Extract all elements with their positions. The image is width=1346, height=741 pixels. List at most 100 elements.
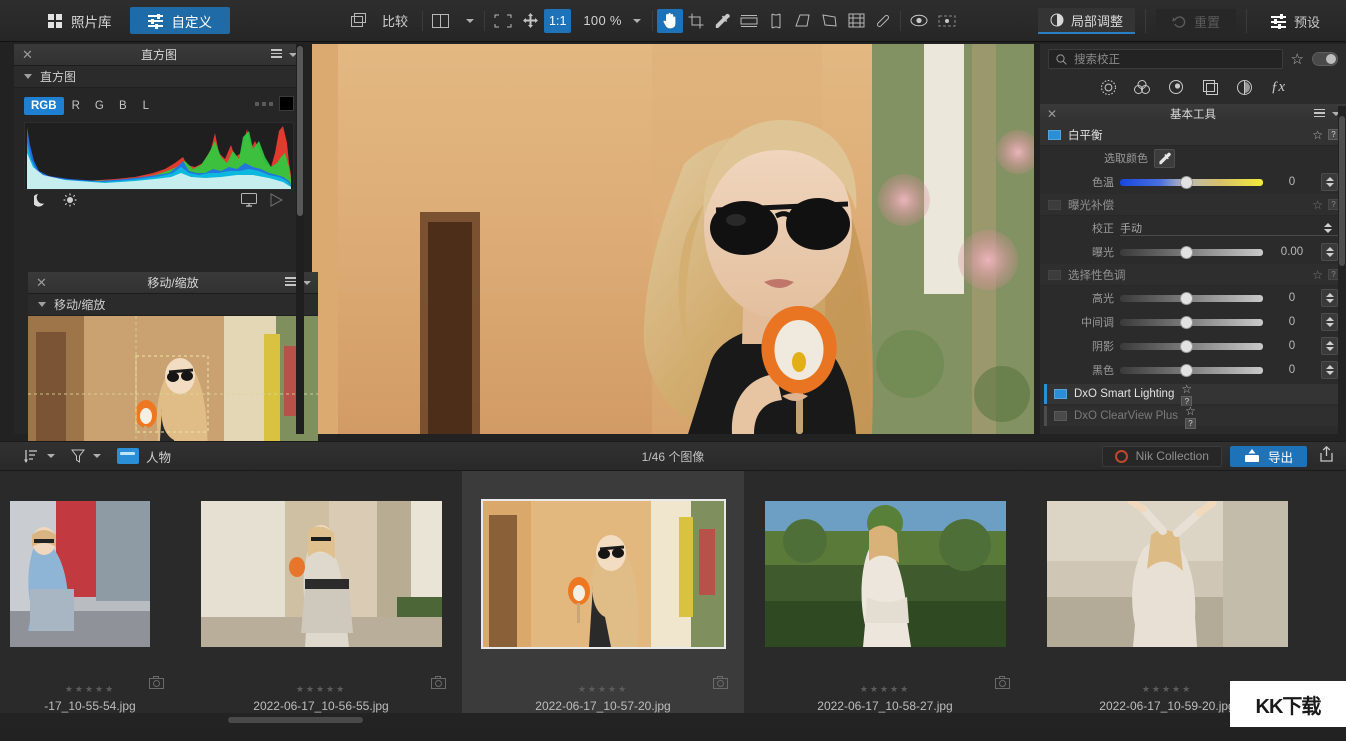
share-button[interactable]: [1315, 446, 1338, 467]
close-icon[interactable]: ✕: [22, 48, 33, 61]
highlights-value[interactable]: 0: [1269, 292, 1315, 304]
tool-dxo-smart-lighting[interactable]: DxO Smart Lighting ☆ ?: [1044, 384, 1342, 404]
local-adjust-button[interactable]: 局部调整: [1038, 8, 1135, 34]
eyedropper-tool-icon[interactable]: [709, 9, 735, 33]
shadows-value[interactable]: 0: [1269, 340, 1315, 352]
star-icon[interactable]: ☆: [1312, 268, 1323, 282]
sort-button[interactable]: [20, 446, 59, 466]
channel-g[interactable]: G: [88, 97, 111, 115]
left-panel-scrollbar[interactable]: [296, 44, 304, 434]
crop-tool-icon[interactable]: [683, 9, 709, 33]
right-panel-scrollbar[interactable]: [1338, 106, 1346, 436]
midtones-value[interactable]: 0: [1269, 316, 1315, 328]
blacks-value[interactable]: 0: [1269, 364, 1315, 376]
rating-stars[interactable]: ★★★★★: [462, 684, 744, 695]
dust-removal-icon[interactable]: [933, 9, 961, 33]
zoom-dropdown[interactable]: [622, 9, 648, 33]
filmstrip-scrollbar[interactable]: [0, 713, 1346, 727]
detail-dot-icon[interactable]: [1159, 76, 1193, 98]
blacks-slider[interactable]: [1120, 367, 1263, 374]
temperature-stepper[interactable]: [1321, 173, 1338, 191]
monitor-icon[interactable]: [241, 193, 257, 212]
enable-toggle-icon[interactable]: [1048, 200, 1061, 210]
rating-stars[interactable]: ★★★★★: [744, 684, 1026, 695]
soft-proof-icon[interactable]: [269, 193, 284, 212]
exposure-value[interactable]: 0.00: [1269, 246, 1315, 258]
shadows-stepper[interactable]: [1321, 337, 1338, 355]
shadows-slider[interactable]: [1120, 343, 1263, 350]
group-selective-tone-header[interactable]: 选择性色调 ☆ ?: [1040, 264, 1346, 286]
list-item[interactable]: ★★★★★ 2022-06-17_10-56-55.jpg: [180, 471, 462, 727]
enable-toggle-icon[interactable]: [1054, 389, 1067, 399]
tab-customize[interactable]: 自定义: [130, 7, 231, 34]
local-contrast-icon[interactable]: [1227, 76, 1261, 98]
enable-toggle-icon[interactable]: [1054, 411, 1067, 421]
group-exposure-header[interactable]: 曝光补偿 ☆ ?: [1040, 194, 1346, 216]
tab-photo-library[interactable]: 照片库: [30, 7, 130, 34]
channel-r[interactable]: R: [65, 97, 87, 115]
panel-menu-icon[interactable]: [1314, 109, 1340, 120]
close-icon[interactable]: ✕: [36, 276, 47, 289]
midtones-stepper[interactable]: [1321, 313, 1338, 331]
star-icon[interactable]: ☆: [1312, 198, 1323, 212]
list-item[interactable]: ★★★★★ 2022-06-17_10-58-27.jpg: [744, 471, 1026, 727]
toggle-switch-icon[interactable]: [1312, 52, 1338, 66]
fx-icon[interactable]: ƒx: [1261, 76, 1295, 98]
tool-dxo-clearview-plus[interactable]: DxO ClearView Plus ☆ ?: [1044, 406, 1342, 426]
list-item[interactable]: ★★★★★ 2022-06-17_10-57-20.jpg: [462, 471, 744, 727]
image-viewer[interactable]: [312, 44, 1034, 434]
move-zoom-section-toggle[interactable]: 移动/缩放: [28, 294, 318, 316]
exposure-slider[interactable]: [1120, 249, 1263, 256]
split-view-dropdown[interactable]: [454, 9, 480, 33]
panel-menu-icon[interactable]: [271, 49, 297, 60]
list-item[interactable]: ★★★★★ -17_10-55-54.jpg: [0, 471, 180, 727]
hand-tool-icon[interactable]: [657, 9, 683, 33]
compare-label[interactable]: 比较: [372, 11, 418, 30]
enable-toggle-icon[interactable]: [1048, 270, 1061, 280]
histogram-section-toggle[interactable]: 直方图: [14, 66, 304, 88]
filmstrip[interactable]: ★★★★★ -17_10-55-54.jpg: [0, 471, 1346, 727]
exposure-stepper[interactable]: [1321, 243, 1338, 261]
split-view-icon[interactable]: [427, 9, 454, 33]
star-icon[interactable]: ☆: [1312, 128, 1323, 142]
perspective-horizontal-icon[interactable]: [789, 9, 816, 33]
highlights-slider[interactable]: [1120, 295, 1263, 302]
channel-l[interactable]: L: [135, 97, 157, 115]
highlights-stepper[interactable]: [1321, 289, 1338, 307]
one-to-one-button[interactable]: 1:1: [544, 9, 571, 33]
midtones-slider[interactable]: [1120, 319, 1263, 326]
channel-b[interactable]: B: [112, 97, 134, 115]
temperature-slider[interactable]: [1120, 179, 1263, 186]
eyedropper-icon[interactable]: [1154, 149, 1175, 168]
help-icon[interactable]: ?: [1185, 418, 1196, 429]
horizon-level-icon[interactable]: [735, 9, 763, 33]
chevron-updown-icon[interactable]: [1319, 219, 1336, 237]
compare-windows-icon[interactable]: [346, 9, 372, 33]
miniature-grid-icon[interactable]: [843, 9, 870, 33]
shadow-clipping-moon-icon[interactable]: [34, 193, 47, 212]
perspective-vertical-icon[interactable]: [763, 9, 789, 33]
eye-preview-icon[interactable]: [905, 9, 933, 33]
color-circles-icon[interactable]: [1125, 76, 1159, 98]
perspective-8point-icon[interactable]: [816, 9, 843, 33]
filter-button[interactable]: [67, 446, 105, 466]
brightness-sun-icon[interactable]: [1091, 76, 1125, 98]
star-icon[interactable]: ☆: [1181, 382, 1192, 396]
fit-to-screen-icon[interactable]: [489, 9, 517, 33]
star-icon[interactable]: ☆: [1291, 50, 1304, 68]
move-icon[interactable]: [517, 9, 544, 33]
enable-toggle-icon[interactable]: [1048, 130, 1061, 140]
temperature-value[interactable]: 0: [1269, 176, 1315, 188]
reset-button[interactable]: 重置: [1156, 9, 1236, 33]
geometry-cube-icon[interactable]: [1193, 76, 1227, 98]
folder-breadcrumb[interactable]: 人物: [113, 447, 171, 466]
repair-brush-icon[interactable]: [870, 9, 896, 33]
channel-rgb[interactable]: RGB: [24, 97, 64, 115]
exposure-correction-select[interactable]: 手动: [1120, 220, 1338, 236]
export-button[interactable]: 导出: [1230, 446, 1307, 467]
zoom-level[interactable]: 100 %: [571, 13, 621, 28]
nik-collection-button[interactable]: Nik Collection: [1102, 446, 1222, 467]
highlight-clipping-sun-icon[interactable]: [63, 193, 77, 212]
star-icon[interactable]: ☆: [1185, 404, 1196, 418]
blacks-stepper[interactable]: [1321, 361, 1338, 379]
